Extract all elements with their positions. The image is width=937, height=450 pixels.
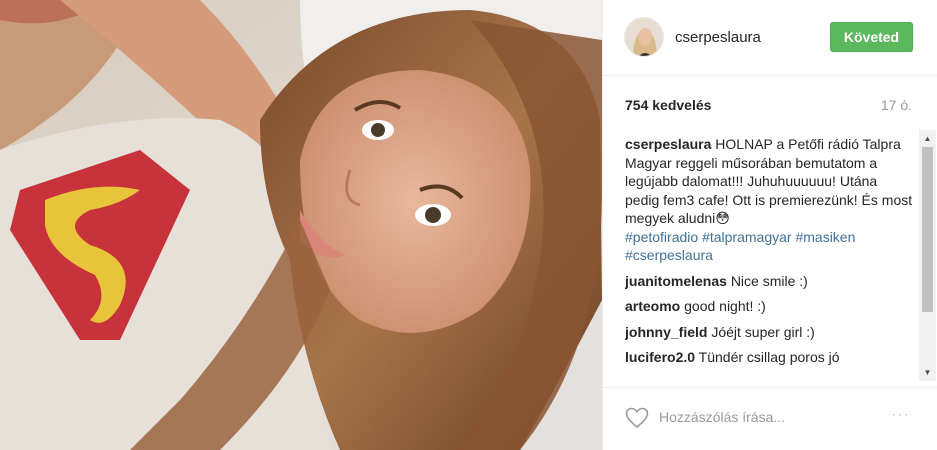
comment-input[interactable] (659, 406, 869, 428)
hashtag-link[interactable]: #talpramagyar (702, 229, 792, 245)
instagram-post: cserpeslaura Követed 754 kedvelés 17 ó. … (0, 0, 937, 450)
post-photo[interactable] (0, 0, 602, 450)
comment-item: juanitomelenas Nice smile :) (625, 272, 915, 291)
hashtag-list: #petofiradio #talpramagyar #masiken #cse… (625, 228, 915, 265)
comment-item: johnny_field Jóéjt super girl :) (625, 323, 915, 342)
comments-list[interactable]: cserpeslaura HOLNAP a Petőfi rádió Talpr… (625, 135, 915, 380)
selfie-image (0, 0, 602, 450)
comments-scrollbar[interactable]: ▲ ▼ (919, 130, 936, 381)
comment-username[interactable]: johnny_field (625, 324, 707, 340)
post-header: cserpeslaura Követed (603, 0, 937, 76)
comment-item: lucifero2.0 Tündér csillag poros jó (625, 348, 915, 367)
likes-count[interactable]: 754 kedvelés (625, 97, 711, 113)
comment-text: good night! :) (684, 298, 766, 314)
scrollbar-thumb[interactable] (922, 147, 933, 312)
more-options-icon[interactable]: ··· (887, 407, 915, 427)
hashtag-link[interactable]: #petofiradio (625, 229, 698, 245)
hashtag-link[interactable]: #cserpeslaura (625, 247, 713, 263)
avatar[interactable] (624, 17, 664, 57)
comment-text: Tündér csillag poros jó (698, 349, 840, 365)
heart-icon[interactable] (625, 407, 649, 429)
comment-footer: ··· (603, 387, 937, 450)
comment-username[interactable]: juanitomelenas (625, 273, 727, 289)
avatar-image (625, 18, 663, 56)
comment-item: arteomo good night! :) (625, 297, 915, 316)
scroll-down-arrow-icon[interactable]: ▼ (919, 364, 936, 381)
comment-username[interactable]: lucifero2.0 (625, 349, 695, 365)
hashtag-link[interactable]: #masiken (795, 229, 855, 245)
heart-outline-icon (625, 407, 649, 429)
following-button[interactable]: Követed (830, 22, 913, 52)
post-sidebar: cserpeslaura Követed 754 kedvelés 17 ó. … (602, 0, 937, 450)
username-link[interactable]: cserpeslaura (675, 29, 761, 46)
comment-text: Nice smile :) (730, 272, 808, 289)
caption-username[interactable]: cserpeslaura (625, 136, 711, 152)
post-timestamp[interactable]: 17 ó. (881, 97, 912, 113)
scroll-up-arrow-icon[interactable]: ▲ (919, 130, 936, 147)
comment-text: Jóéjt super girl :) (711, 323, 815, 340)
caption: cserpeslaura HOLNAP a Petőfi rádió Talpr… (625, 135, 915, 265)
comment-username[interactable]: arteomo (625, 298, 680, 314)
